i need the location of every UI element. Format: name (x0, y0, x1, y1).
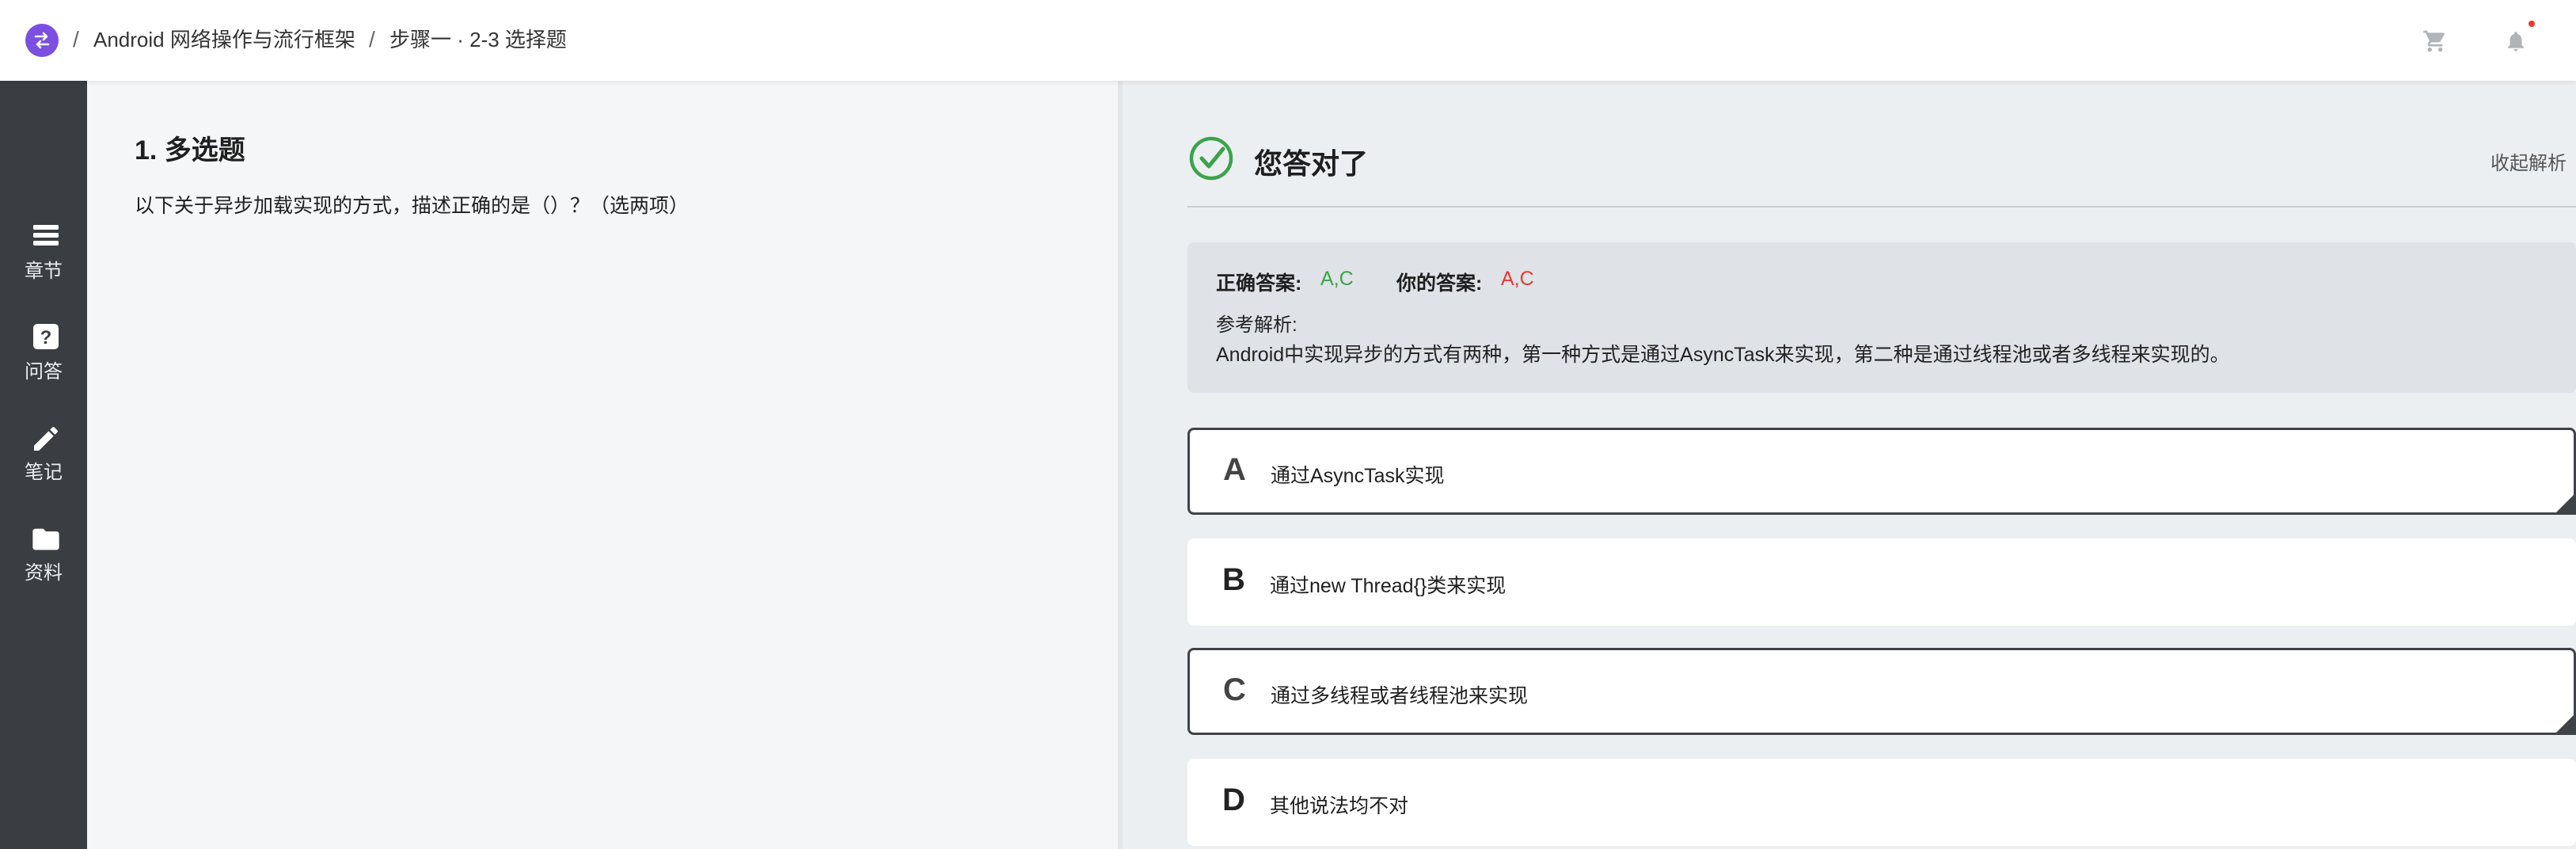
option-letter: D (1222, 782, 1245, 817)
reference-label: 参考解析: (1216, 314, 1297, 336)
question-pane: 1. 多选题 以下关于异步加载实现的方式，描述正确的是（）？（选两项） (87, 81, 1118, 849)
left-sidebar: 章节 ? 问答 笔记 资料 (0, 81, 87, 849)
option-letter: C (1223, 672, 1246, 707)
selected-corner-icon (2554, 713, 2576, 735)
option-text: 通过多线程或者线程池来实现 (1271, 685, 1529, 707)
sidebar-item-label: 问答 (25, 361, 63, 383)
result-title: 您答对了 (1254, 147, 1369, 180)
option-a[interactable]: A 通过AsyncTask实现 (1187, 428, 2576, 515)
correct-answer-label: 正确答案: (1216, 272, 1302, 295)
analysis-panel: 正确答案: A,C 你的答案: A,C 参考解析: Android中实现异步的方… (1187, 242, 2576, 393)
option-text: 通过new Thread{}类来实现 (1270, 575, 1506, 597)
collapse-analysis-button[interactable]: 收起解析 (2491, 147, 2567, 175)
breadcrumb-separator: / (73, 27, 79, 51)
breadcrumb-section: 步骤一 · 2-3 选择题 (389, 28, 567, 51)
question-title: 1. 多选题 (135, 135, 245, 166)
your-answer-value: A,C (1501, 268, 1534, 290)
chapter-icon (30, 222, 62, 253)
selected-corner-icon (2554, 493, 2576, 515)
notification-dot (2529, 21, 2535, 27)
option-c[interactable]: C 通过多线程或者线程池来实现 (1187, 648, 2576, 735)
svg-text:?: ? (40, 327, 52, 348)
answer-pane: 您答对了 收起解析 正确答案: A,C 你的答案: A,C 参考解析: Andr… (1123, 81, 2576, 849)
option-text: 通过AsyncTask实现 (1271, 465, 1445, 487)
check-circle-icon (1187, 135, 1235, 182)
sidebar-item-label: 章节 (25, 261, 63, 282)
question-text: 以下关于异步加载实现的方式，描述正确的是（）？（选两项） (135, 195, 690, 217)
sidebar-item-materials[interactable]: 资料 (0, 523, 87, 603)
sidebar-item-label: 笔记 (25, 462, 63, 483)
option-letter: B (1222, 562, 1245, 597)
folder-icon (30, 523, 62, 555)
option-text: 其他说法均不对 (1270, 795, 1409, 817)
option-b[interactable]: B 通过new Thread{}类来实现 (1187, 539, 2576, 626)
sidebar-item-label: 资料 (25, 562, 63, 584)
divider (1187, 206, 2576, 207)
sidebar-item-chapters[interactable]: 章节 (0, 222, 87, 301)
option-d[interactable]: D 其他说法均不对 (1187, 759, 2576, 846)
sidebar-item-notes[interactable]: 笔记 (0, 423, 87, 502)
top-header: / Android 网络操作与流行框架 / 步骤一 · 2-3 选择题 (0, 0, 2576, 81)
option-letter: A (1223, 452, 1246, 487)
breadcrumb-separator: / (369, 27, 375, 51)
correct-answer-value: A,C (1320, 268, 1354, 290)
sidebar-item-qa[interactable]: ? 问答 (0, 322, 87, 402)
breadcrumb-course[interactable]: Android 网络操作与流行框架 (93, 25, 355, 54)
question-icon: ? (30, 322, 62, 354)
analysis-text: Android中实现异步的方式有两种，第一种方式是通过AsyncTask来实现，… (1216, 344, 2230, 366)
pencil-icon (30, 423, 62, 455)
bell-icon[interactable] (2502, 27, 2530, 55)
cart-icon[interactable] (2421, 27, 2449, 55)
your-answer-label: 你的答案: (1396, 272, 1483, 295)
logo-icon[interactable] (25, 24, 59, 57)
